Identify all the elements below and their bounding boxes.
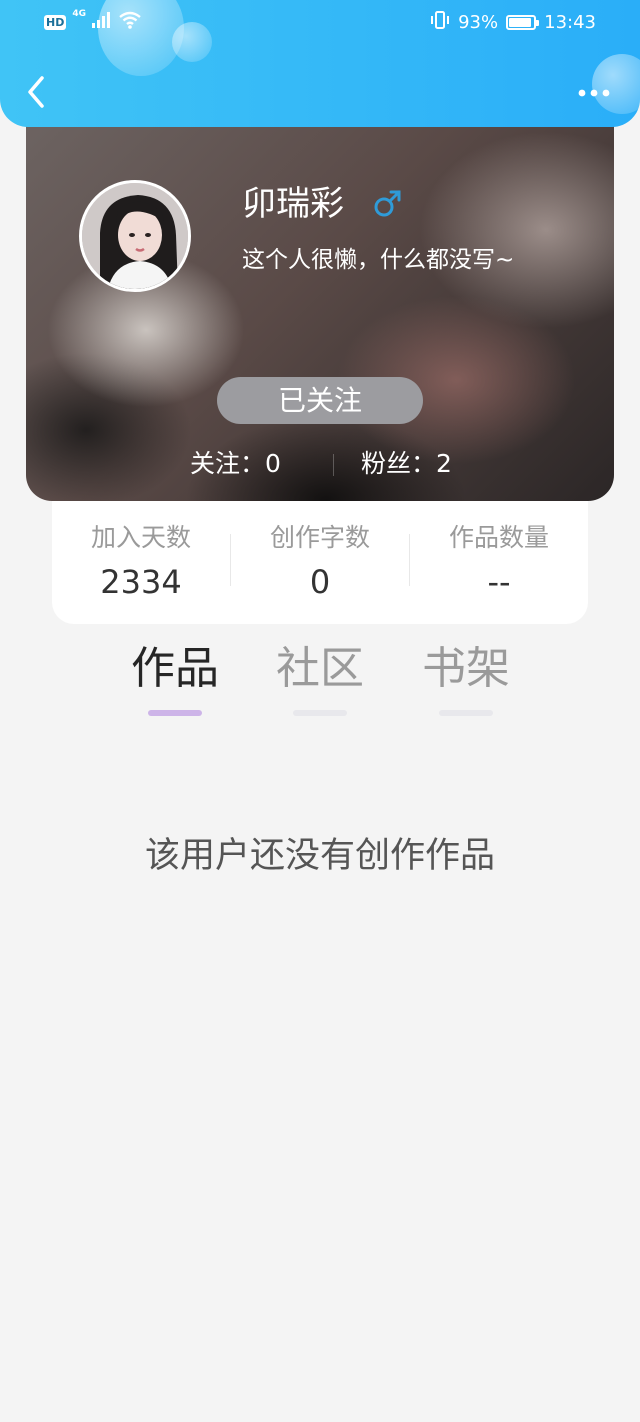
clock: 13:43 xyxy=(544,12,596,33)
profile-card: 卯瑞彩 这个人很懒，什么都没写~ 已关注 关注：0 粉丝：2 xyxy=(26,110,614,501)
battery-icon xyxy=(506,15,540,30)
more-dots-icon xyxy=(578,89,610,97)
user-bio: 这个人很懒，什么都没写~ xyxy=(242,247,515,273)
fans-count: 2 xyxy=(436,449,452,478)
user-name: 卯瑞彩 xyxy=(242,184,344,224)
stat-value: -- xyxy=(487,563,511,601)
vibrate-icon xyxy=(430,10,450,35)
stats-card: 加入天数 2334 创作字数 0 作品数量 -- xyxy=(52,501,588,624)
battery-level-fill xyxy=(509,18,532,27)
tab-bookshelf[interactable]: 书架 xyxy=(416,638,516,716)
follow-stats: 关注：0 粉丝：2 xyxy=(26,446,614,486)
tab-label: 作品 xyxy=(131,643,219,694)
following-stat[interactable]: 关注：0 xyxy=(190,446,281,482)
stat-works-count: 作品数量 -- xyxy=(410,521,588,603)
wifi-icon xyxy=(118,11,142,34)
avatar[interactable] xyxy=(79,180,191,292)
empty-state-message: 该用户还没有创作作品 xyxy=(144,836,495,876)
stat-label: 加入天数 xyxy=(90,523,191,552)
stat-value: 0 xyxy=(309,563,331,601)
divider xyxy=(333,454,334,476)
tab-label: 书架 xyxy=(422,643,510,694)
stat-word-count: 创作字数 0 xyxy=(231,521,409,603)
status-bar-right: 93% 13:43 xyxy=(430,10,596,35)
signal-icon xyxy=(92,12,112,33)
more-button[interactable] xyxy=(574,80,614,104)
status-bar: HD 4G 93% 13:43 xyxy=(0,0,640,44)
network-type: 4G xyxy=(72,9,86,19)
tab-indicator xyxy=(148,710,202,716)
tab-label: 社区 xyxy=(276,643,364,694)
male-symbol-icon xyxy=(373,188,403,218)
content-tabs: 作品 社区 书架 xyxy=(0,638,640,718)
battery-percent: 93% xyxy=(458,12,499,33)
status-bar-left: HD 4G xyxy=(44,9,142,34)
back-button[interactable] xyxy=(22,74,52,110)
stat-label: 创作字数 xyxy=(269,523,370,552)
tab-indicator xyxy=(439,710,493,716)
fans-label: 粉丝： xyxy=(361,449,437,478)
tab-works[interactable]: 作品 xyxy=(125,638,225,716)
stat-label: 作品数量 xyxy=(448,523,549,552)
tab-indicator xyxy=(293,710,347,716)
avatar-photo xyxy=(82,183,188,289)
followed-button[interactable]: 已关注 xyxy=(217,377,423,424)
stat-value: 2334 xyxy=(100,563,182,601)
hd-indicator: HD xyxy=(44,15,67,30)
chevron-left-icon xyxy=(28,76,44,108)
tab-community[interactable]: 社区 xyxy=(270,638,370,716)
header-bar: HD 4G 93% 13:43 xyxy=(0,0,640,127)
following-label: 关注： xyxy=(190,449,266,478)
fans-stat[interactable]: 粉丝：2 xyxy=(361,446,452,482)
stat-join-days: 加入天数 2334 xyxy=(52,521,230,603)
following-count: 0 xyxy=(265,449,281,478)
